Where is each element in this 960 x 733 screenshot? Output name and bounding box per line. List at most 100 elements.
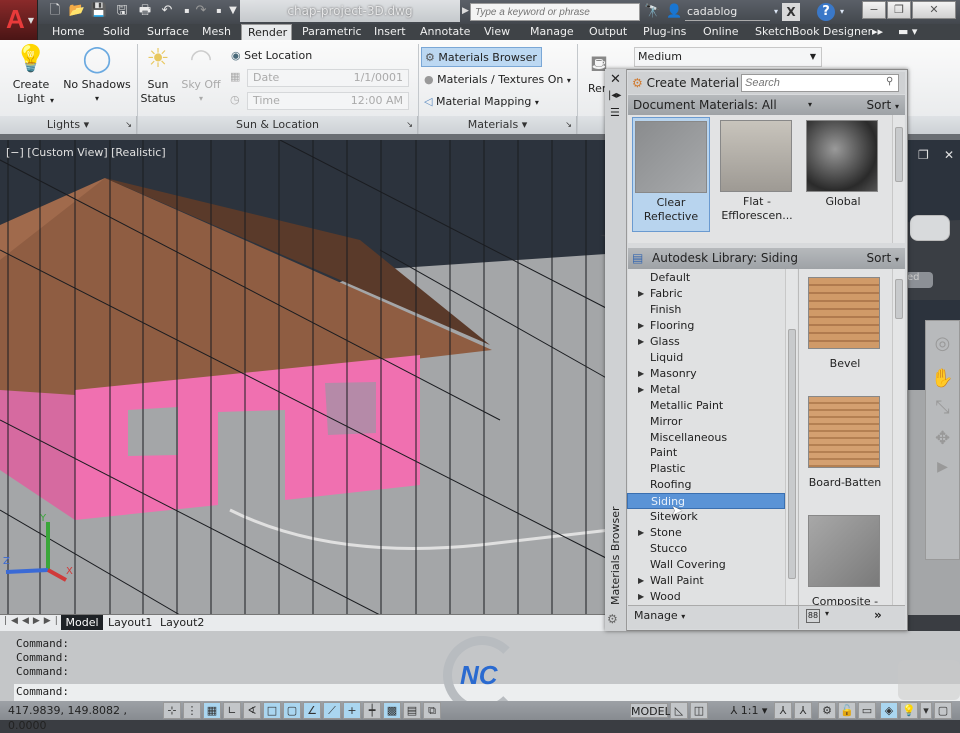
materials-browser-button[interactable]: ⚙ Materials Browser xyxy=(421,47,542,67)
tab-layout2[interactable]: Layout2 xyxy=(160,615,204,630)
ribbon-minimize-icon[interactable]: ▬ ▾ xyxy=(892,24,923,41)
help-icon[interactable]: ? xyxy=(817,3,835,21)
panel-launcher-icon[interactable]: ↘ xyxy=(565,116,572,134)
save-icon[interactable]: 💾 xyxy=(90,3,108,19)
manage-button[interactable]: Manage ▾ xyxy=(634,609,685,622)
expand-arrow-icon[interactable]: ▶ xyxy=(638,366,644,382)
library-category-item[interactable]: Paint xyxy=(627,445,785,461)
expand-arrow-icon[interactable]: ▶ xyxy=(638,318,644,334)
library-category-item[interactable]: Stucco xyxy=(627,541,785,557)
plot-icon[interactable]: 🖶 xyxy=(136,3,154,19)
selection-cycling-toggle[interactable]: ⧉ xyxy=(423,702,441,719)
chevron-down-icon[interactable]: ▾ xyxy=(770,3,782,21)
isolate-objects-icon[interactable]: ◈ xyxy=(880,702,898,719)
library-tree-scrollbar[interactable] xyxy=(785,269,797,605)
create-light-button[interactable]: 💡 Create Light xyxy=(8,44,54,106)
library-category-item[interactable]: Roofing xyxy=(627,477,785,493)
expand-arrow-icon[interactable]: ▶ xyxy=(638,286,644,302)
library-category-item[interactable]: Default xyxy=(627,270,785,286)
library-material-board-batten[interactable]: Board-Batten xyxy=(805,394,885,494)
sky-off-button[interactable]: ◠ Sky Off ▾ xyxy=(180,44,222,106)
library-materials-scrollbar[interactable] xyxy=(892,269,904,605)
library-category-item[interactable]: ▶ Metal xyxy=(627,382,785,398)
annotation-scale[interactable]: ⅄ 1:1 ▾ xyxy=(725,703,773,718)
library-category-item[interactable]: ▶ Flooring xyxy=(627,318,785,334)
pan-hand-icon[interactable]: ✋ xyxy=(926,368,959,389)
tab-surface[interactable]: Surface xyxy=(141,24,195,41)
document-materials-filter[interactable]: Document Materials: All ▾ Sort ▾ xyxy=(628,95,905,115)
library-category-item[interactable]: Plastic xyxy=(627,461,785,477)
render-quality-select[interactable]: Medium ▼ xyxy=(634,47,822,67)
application-menu-button[interactable]: A ▼ xyxy=(0,0,38,40)
dynamic-input-toggle[interactable]: + xyxy=(343,702,361,719)
object-snap-toggle[interactable]: □ xyxy=(263,702,281,719)
open-icon[interactable]: 📂 xyxy=(68,3,86,19)
grid-display-toggle[interactable]: ▦ xyxy=(203,702,221,719)
save-as-icon[interactable]: 🖫 xyxy=(113,3,131,19)
wcs-menu[interactable]: ed xyxy=(905,272,933,288)
library-category-item[interactable]: ▶ Masonry xyxy=(627,366,785,382)
more-tabs-icon[interactable]: ▸▸ xyxy=(866,24,889,41)
library-material-composite[interactable]: Composite - xyxy=(805,513,885,608)
library-category-item[interactable]: Siding xyxy=(627,493,785,510)
library-category-item[interactable]: ▶ Fabric xyxy=(627,286,785,302)
materials-panel-title[interactable]: Materials ▾ ↘ xyxy=(419,116,577,134)
quick-properties-toggle[interactable]: ▤ xyxy=(403,702,421,719)
hardware-acceleration-icon[interactable]: ▭ xyxy=(858,702,876,719)
tab-insert[interactable]: Insert xyxy=(368,24,412,41)
viewport-controls-label[interactable]: [−] [Custom View] [Realistic] xyxy=(6,146,166,159)
library-category-item[interactable]: ▶ Stone xyxy=(627,525,785,541)
tab-mesh[interactable]: Mesh xyxy=(196,24,237,41)
auto-scale-icon[interactable]: ⅄ xyxy=(794,702,812,719)
lights-panel-title[interactable]: Lights ▾ ↘ xyxy=(0,116,137,134)
sun-location-panel-title[interactable]: Sun & Location ↘ xyxy=(138,116,418,134)
more-options-button[interactable]: » xyxy=(874,608,882,622)
light-bulb-icon[interactable]: 💡 xyxy=(900,702,918,719)
tab-parametric[interactable]: Parametric xyxy=(296,24,368,41)
status-menu-icon[interactable]: ▾ xyxy=(920,702,932,719)
3d-object-snap-toggle[interactable]: ▢ xyxy=(283,702,301,719)
expand-arrow-icon[interactable]: ▶ xyxy=(638,525,644,541)
viewcube-ring[interactable] xyxy=(910,215,950,241)
tab-model[interactable]: Model xyxy=(61,615,103,630)
library-category-item[interactable]: Metallic Paint xyxy=(627,398,785,414)
library-category-item[interactable]: Sitework xyxy=(627,509,785,525)
panel-launcher-icon[interactable]: ↘ xyxy=(125,116,132,134)
viewport-restore-icon[interactable]: ❐ xyxy=(918,148,929,162)
view-type-button[interactable]: 88 xyxy=(806,609,820,623)
tab-sketchbook-designer[interactable]: SketchBook Designer xyxy=(749,24,878,41)
library-header[interactable]: ▤ Autodesk Library: Siding Sort ▾ xyxy=(628,248,905,269)
snap-mode-toggle[interactable]: ⋮ xyxy=(183,702,201,719)
library-category-item[interactable]: Miscellaneous xyxy=(627,430,785,446)
quick-view-layouts-icon[interactable]: ◺ xyxy=(670,702,688,719)
showmotion-icon[interactable]: ▶ xyxy=(926,459,959,475)
redo-icon[interactable]: ↷ xyxy=(192,3,210,19)
annotation-visibility-icon[interactable]: ⅄ xyxy=(774,702,792,719)
tab-annotate[interactable]: Annotate xyxy=(414,24,476,41)
workspace-switching-icon[interactable]: ⚙ xyxy=(818,702,836,719)
infer-constraints-toggle[interactable]: ⊹ xyxy=(163,702,181,719)
viewport-close-icon[interactable]: ✕ xyxy=(944,148,954,162)
tab-output[interactable]: Output xyxy=(583,24,633,41)
model-space-button[interactable]: MODEL xyxy=(630,703,671,718)
material-mapping-button[interactable]: ◁ Material Mapping ▾ xyxy=(424,92,539,112)
close-button[interactable]: ✕ xyxy=(912,1,956,19)
transparency-toggle[interactable]: ▩ xyxy=(383,702,401,719)
restore-button[interactable]: ❐ xyxy=(887,1,911,19)
no-shadows-button[interactable]: ◯ No Shadows ▾ xyxy=(62,44,132,106)
close-palette-icon[interactable]: ✕ xyxy=(610,72,621,87)
steering-wheel-icon[interactable]: ◎ xyxy=(926,333,959,354)
expand-arrow-icon[interactable]: ▶ xyxy=(638,573,644,589)
tab-solid[interactable]: Solid xyxy=(97,24,136,41)
new-icon[interactable]: 🗋 xyxy=(46,3,64,19)
library-category-item[interactable]: ▶ Wood xyxy=(627,589,785,605)
binoculars-icon[interactable]: 🔭 xyxy=(644,3,662,21)
panel-launcher-icon[interactable]: ↘ xyxy=(406,116,413,134)
material-global[interactable]: Global xyxy=(804,117,882,232)
polar-tracking-toggle[interactable]: ∢ xyxy=(243,702,261,719)
library-category-item[interactable]: ▶ Glass xyxy=(627,334,785,350)
library-category-item[interactable]: ▶ Wall Paint xyxy=(627,573,785,589)
expand-arrow-icon[interactable]: ▶ xyxy=(638,589,644,605)
library-category-item[interactable]: Liquid xyxy=(627,350,785,366)
tab-layout1[interactable]: Layout1 xyxy=(108,615,152,630)
